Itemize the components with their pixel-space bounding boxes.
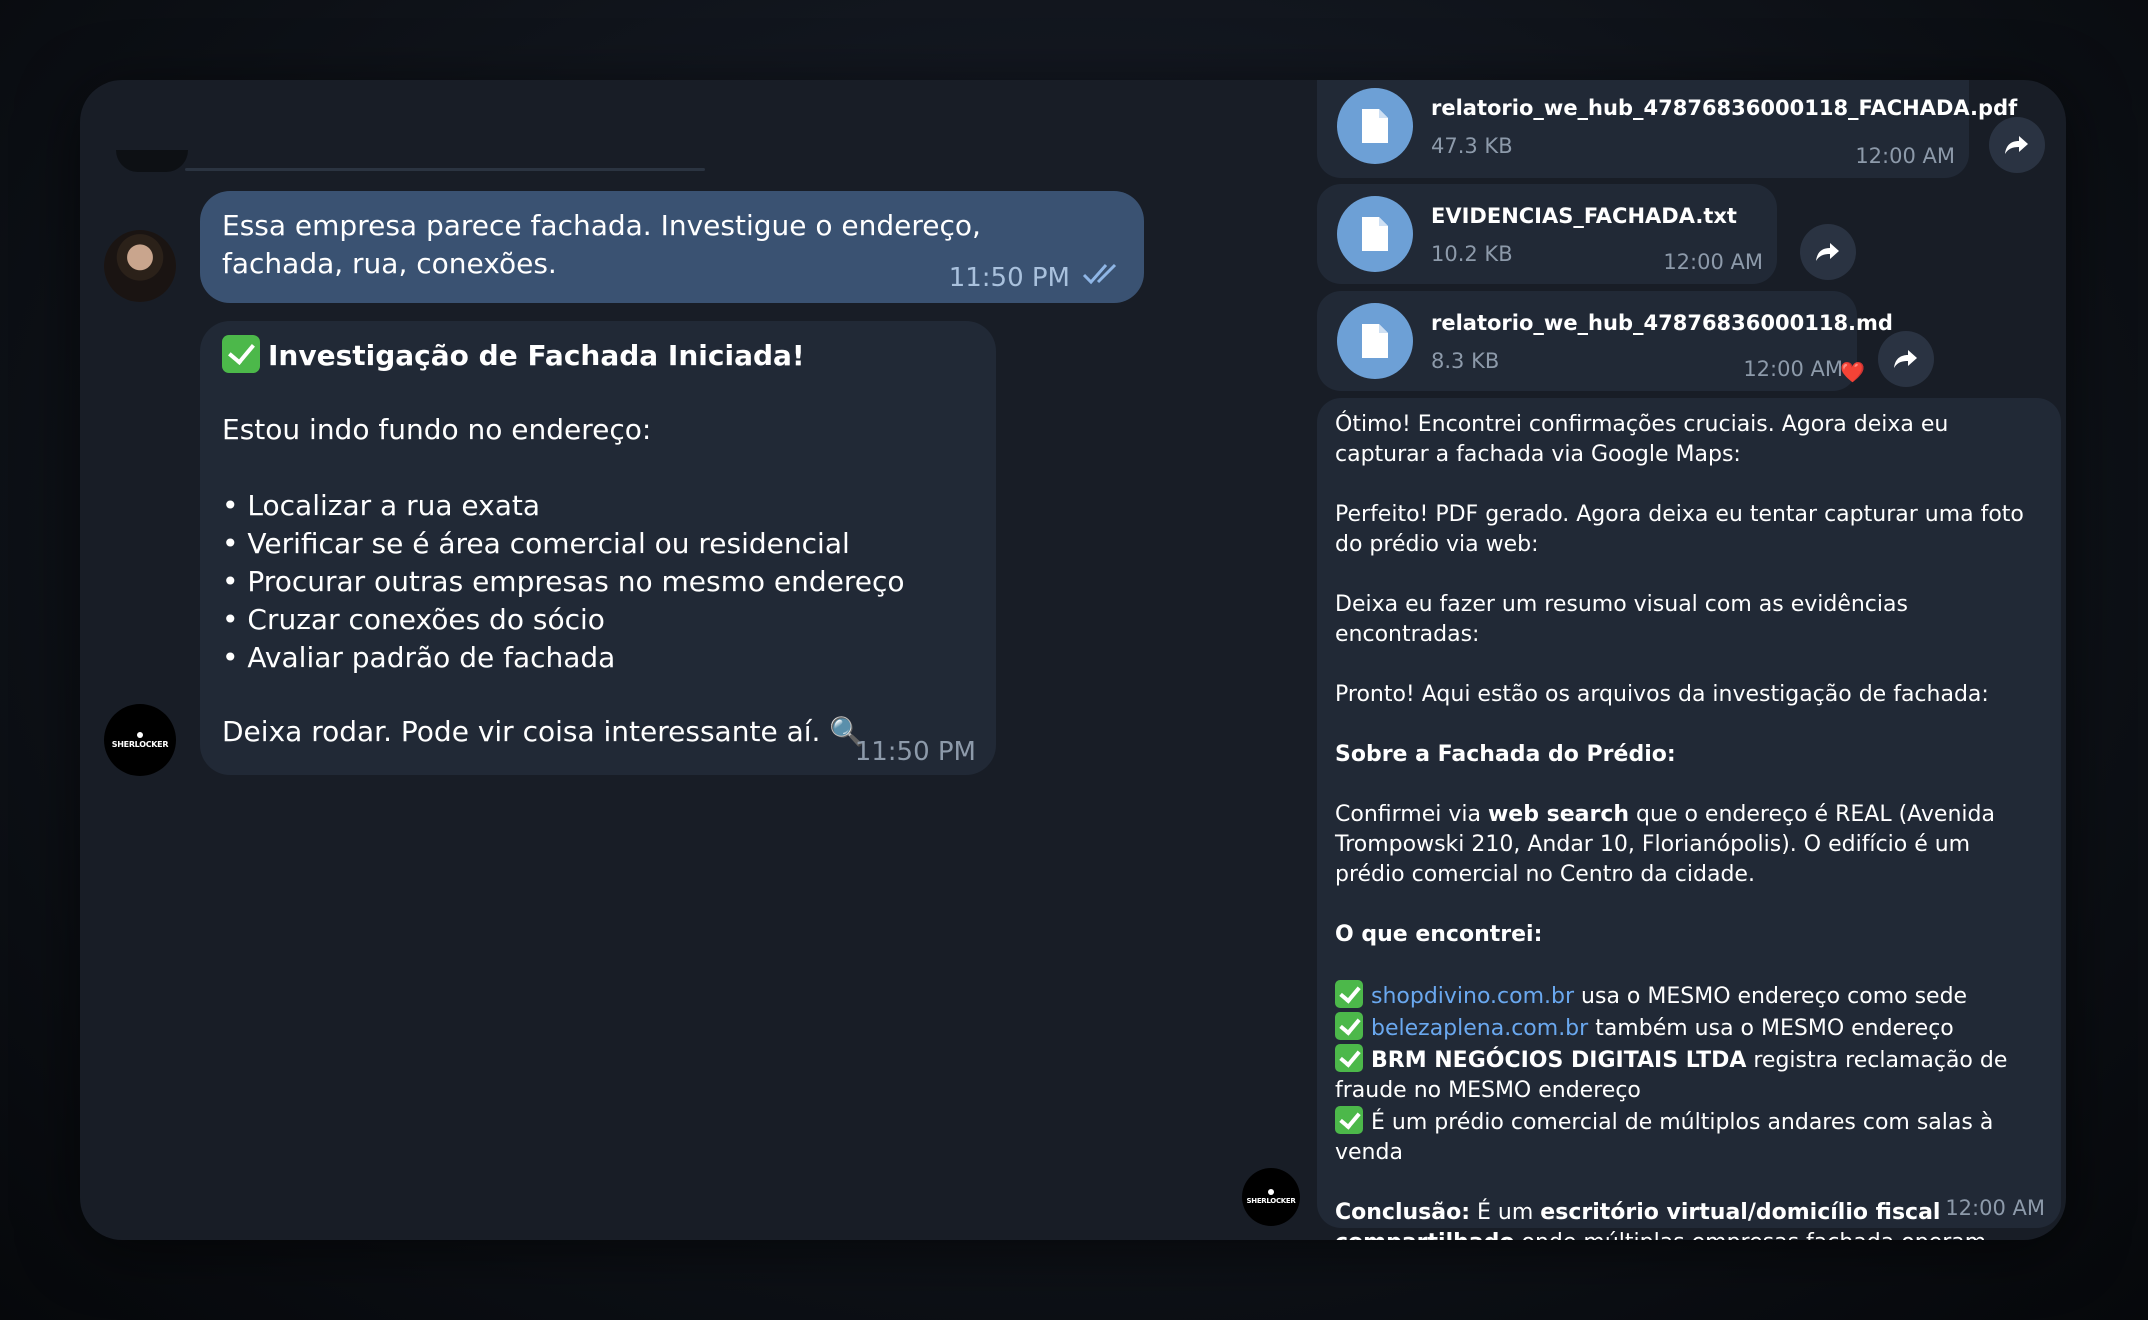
user-message-bubble[interactable]: Essa empresa parece fachada. Investigue … xyxy=(200,191,1144,303)
section-heading: O que encontrei: xyxy=(1335,922,1543,947)
file-name: relatorio_we_hub_47876836000118.md xyxy=(1431,311,1893,335)
list-item: • Cruzar conexões do sócio xyxy=(222,603,605,636)
bold-span: Conclusão: xyxy=(1335,1200,1471,1225)
check-emoji-icon xyxy=(222,335,260,373)
text-span: usa o MESMO endereço como sede xyxy=(1574,984,1968,1009)
file-icon[interactable] xyxy=(1337,88,1413,164)
bot-message-list: • Localizar a rua exata • Verificar se é… xyxy=(222,487,905,677)
section-heading: Sobre a Fachada do Prédio: xyxy=(1335,742,1676,767)
bot-message-bubble[interactable]: Investigação de Fachada Iniciada! Estou … xyxy=(200,321,996,775)
file-attachment[interactable]: relatorio_we_hub_47876836000118_FACHADA.… xyxy=(1317,80,2017,178)
summary-paragraph: Deixa eu fazer um resumo visual com as e… xyxy=(1335,592,1908,647)
finding-item: shopdivino.com.br usa o MESMO endereço c… xyxy=(1335,980,2035,1012)
partial-avatar xyxy=(116,150,188,172)
share-icon[interactable] xyxy=(1989,117,2045,173)
check-emoji-icon xyxy=(1335,1044,1363,1072)
file-time: 12:00 AM xyxy=(1855,144,1955,168)
partial-message xyxy=(185,168,705,171)
bot-logo-icon xyxy=(137,731,143,738)
bot-avatar[interactable]: SHERLOCKER xyxy=(1242,1168,1300,1226)
share-icon[interactable] xyxy=(1878,331,1934,387)
summary-message-bubble[interactable]: Ótimo! Encontrei confirmações cruciais. … xyxy=(1317,398,2061,1240)
text-span: também usa o MESMO endereço xyxy=(1588,1016,1954,1041)
double-check-icon xyxy=(1082,263,1117,285)
right-chat-panel: relatorio_we_hub_47876836000118_FACHADA.… xyxy=(1200,80,2066,1240)
bot-message-closing: Deixa rodar. Pode vir coisa interessante… xyxy=(222,715,865,748)
list-item: • Procurar outras empresas no mesmo ende… xyxy=(222,565,905,598)
bot-message-time: 11:50 PM xyxy=(854,737,976,767)
file-icon[interactable] xyxy=(1337,303,1413,379)
heart-reaction-icon[interactable]: ❤️ xyxy=(1840,360,1865,384)
check-emoji-icon xyxy=(1335,1012,1363,1040)
summary-paragraph: Perfeito! PDF gerado. Agora deixa eu ten… xyxy=(1335,502,2024,557)
file-time: 12:00 AM xyxy=(1743,357,1843,381)
file-attachment[interactable]: relatorio_we_hub_47876836000118.md 8.3 K… xyxy=(1317,291,1893,391)
text-span: É um prédio comercial de múltiplos andar… xyxy=(1335,1110,1994,1165)
list-item: • Localizar a rua exata xyxy=(222,489,541,522)
file-name: EVIDENCIAS_FACHADA.txt xyxy=(1431,204,1737,228)
user-message-time: 11:50 PM xyxy=(948,263,1070,293)
bold-span: web search xyxy=(1487,802,1630,827)
finding-item: BRM NEGÓCIOS DIGITAIS LTDA registra recl… xyxy=(1335,1044,2035,1106)
file-name: relatorio_we_hub_47876836000118_FACHADA.… xyxy=(1431,96,2018,120)
file-time: 12:00 AM xyxy=(1663,250,1763,274)
bot-avatar-label: SHERLOCKER xyxy=(1246,1197,1296,1205)
summary-paragraph: Pronto! Aqui estão os arquivos da invest… xyxy=(1335,682,1989,707)
summary-paragraph: Confirmei via web search que o endereço … xyxy=(1335,800,2035,890)
file-size: 47.3 KB xyxy=(1431,134,1513,158)
list-item: • Verificar se é área comercial ou resid… xyxy=(222,527,850,560)
share-icon[interactable] xyxy=(1800,224,1856,280)
summary-message-body: Ótimo! Encontrei confirmações cruciais. … xyxy=(1335,410,2035,1240)
file-attachment[interactable]: EVIDENCIAS_FACHADA.txt 10.2 KB 12:00 AM xyxy=(1317,184,1777,284)
file-icon[interactable] xyxy=(1337,196,1413,272)
finding-item: É um prédio comercial de múltiplos andar… xyxy=(1335,1106,2035,1168)
check-emoji-icon xyxy=(1335,980,1363,1008)
bot-avatar[interactable]: SHERLOCKER xyxy=(104,704,176,776)
file-size: 8.3 KB xyxy=(1431,349,1500,373)
bot-logo-icon xyxy=(1268,1189,1274,1195)
chat-window: Essa empresa parece fachada. Investigue … xyxy=(80,80,2066,1240)
conclusion: Conclusão: É um escritório virtual/domic… xyxy=(1335,1198,2035,1240)
finding-link[interactable]: shopdivino.com.br xyxy=(1371,984,1574,1009)
check-emoji-icon xyxy=(1335,1106,1363,1134)
bot-message-title: Investigação de Fachada Iniciada! xyxy=(268,339,805,372)
bot-message-intro: Estou indo fundo no endereço: xyxy=(222,413,652,446)
file-size: 10.2 KB xyxy=(1431,242,1513,266)
summary-message-time: 12:00 AM xyxy=(1945,1196,2045,1220)
finding-link[interactable]: belezaplena.com.br xyxy=(1371,1016,1588,1041)
text-span: É um xyxy=(1470,1200,1541,1225)
left-chat-panel: Essa empresa parece fachada. Investigue … xyxy=(80,80,1200,1240)
bot-message-title-row: Investigação de Fachada Iniciada! xyxy=(222,335,805,375)
bold-span: BRM NEGÓCIOS DIGITAIS LTDA xyxy=(1371,1048,1747,1073)
summary-paragraph: Ótimo! Encontrei confirmações cruciais. … xyxy=(1335,412,1949,467)
user-avatar[interactable] xyxy=(104,230,176,302)
list-item: • Avaliar padrão de fachada xyxy=(222,641,616,674)
text-span: Confirmei via xyxy=(1335,802,1488,827)
finding-item: belezaplena.com.br também usa o MESMO en… xyxy=(1335,1012,2035,1044)
bot-avatar-label: SHERLOCKER xyxy=(111,739,169,749)
